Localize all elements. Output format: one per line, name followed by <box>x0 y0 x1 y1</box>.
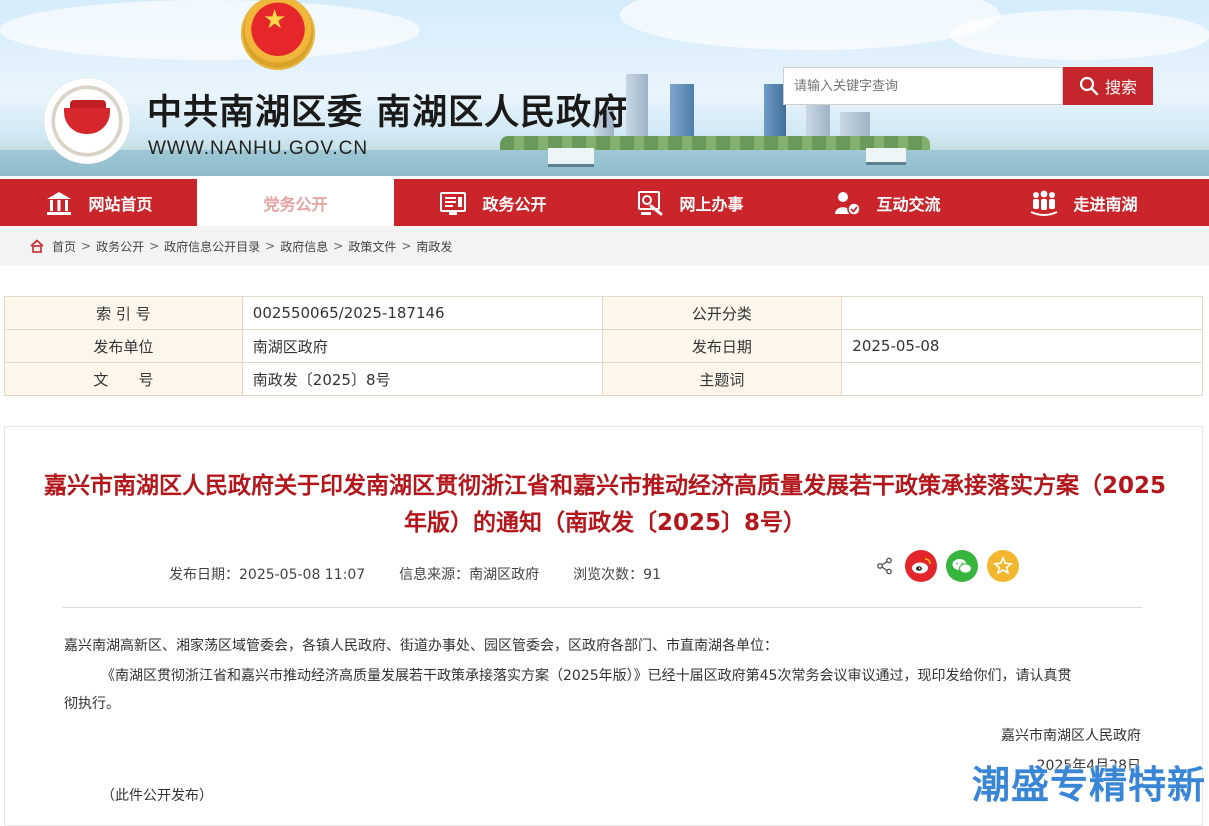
article-paragraph-line-2: 彻执行。 <box>64 696 120 712</box>
category-value <box>841 296 1203 330</box>
nav-item-online-service[interactable]: 网上办事 <box>591 179 788 226</box>
article-date: 发布日期：2025-05-08 11:07 <box>169 567 366 583</box>
wechat-share-icon[interactable] <box>946 550 978 582</box>
breadcrumb-separator: > <box>81 239 92 253</box>
nav-item-label: 党务公开 <box>263 194 328 214</box>
index-no-label: 索 引 号 <box>4 296 243 330</box>
search-icon <box>1079 76 1099 96</box>
site-title[interactable]: 中共南湖区委 南湖区人民政府 <box>147 84 628 135</box>
breadcrumb-item-home[interactable]: 首页 <box>52 238 76 255</box>
publisher-value: 南湖区政府 <box>241 329 603 363</box>
watermark: 潮盛专精特新 <box>972 763 1207 807</box>
home-icon <box>30 239 44 253</box>
article-divider <box>62 607 1142 608</box>
nav-item-government-affairs[interactable]: 政务公开 <box>394 179 591 226</box>
share-bar <box>876 550 1019 582</box>
breadcrumb-separator: > <box>401 239 412 253</box>
nav-item-home[interactable]: 网站首页 <box>0 179 197 226</box>
article-source: 信息来源：南湖区政府 <box>399 567 540 583</box>
doc-no-value: 南政发〔2025〕8号 <box>241 362 603 396</box>
interaction-icon <box>835 191 862 216</box>
breadcrumb: 首页 > 政务公开 > 政府信息公开目录 > 政府信息 > 政策文件 > 南政发 <box>0 226 1209 266</box>
nav-item-party-affairs[interactable]: 党务公开 <box>197 179 394 226</box>
publisher-label: 发布单位 <box>4 329 243 363</box>
table-row: 文 号 南政发〔2025〕8号 主题词 <box>4 362 1203 396</box>
category-label: 公开分类 <box>601 296 843 330</box>
breadcrumb-item-nanzhengfa[interactable]: 南政发 <box>416 238 452 255</box>
pub-date-label: 发布日期 <box>601 329 843 363</box>
article-signature: 嘉兴市南湖区人民政府 <box>1001 728 1141 744</box>
table-row: 索 引 号 002550065/2025-187146 公开分类 <box>4 296 1203 330</box>
search-button[interactable]: 搜索 <box>1063 67 1153 105</box>
nav-item-label: 互动交流 <box>876 194 941 214</box>
article-paragraph-line-1: 《南湖区贯彻浙江省和嘉兴市推动经济高质量发展若干政策承接落实方案（2025年版）… <box>101 668 1072 684</box>
breadcrumb-separator: > <box>149 239 160 253</box>
nav-item-label: 网上办事 <box>679 194 744 214</box>
share-icon[interactable] <box>876 557 894 575</box>
nav-item-label: 网站首页 <box>88 194 153 214</box>
people-icon <box>1031 190 1058 216</box>
article-title: 嘉兴市南湖区人民政府关于印发南湖区贯彻浙江省和嘉兴市推动经济高质量发展若干政策承… <box>43 473 1166 536</box>
site-url: WWW.NANHU.GOV.CN <box>148 138 369 159</box>
nav-item-interaction[interactable]: 互动交流 <box>788 179 985 226</box>
article-note: （此件公开发布） <box>101 788 213 804</box>
document-meta-table: 索 引 号 002550065/2025-187146 公开分类 发布单位 南湖… <box>4 296 1203 396</box>
document-icon <box>440 191 467 215</box>
table-row: 发布单位 南湖区政府 发布日期 2025-05-08 <box>4 329 1203 363</box>
main-nav: 网站首页 党务公开 政务公开 网上办事 互动交流 走进南湖 <box>0 179 1209 226</box>
favorite-star-icon[interactable] <box>987 550 1019 582</box>
pub-date-value: 2025-05-08 <box>841 329 1203 363</box>
article-info: 发布日期：2025-05-08 11:07 信息来源：南湖区政府 浏览次数：91 <box>169 564 661 584</box>
search-button-label: 搜索 <box>1104 78 1137 97</box>
subject-value <box>841 362 1203 396</box>
breadcrumb-separator: > <box>333 239 344 253</box>
breadcrumb-item-gov-affairs[interactable]: 政务公开 <box>96 238 144 255</box>
doc-no-label: 文 号 <box>4 362 243 396</box>
online-service-icon <box>638 190 663 215</box>
breadcrumb-item-gov-info[interactable]: 政府信息 <box>280 238 328 255</box>
weibo-share-icon[interactable] <box>905 550 937 582</box>
search-input[interactable] <box>783 67 1063 105</box>
breadcrumb-item-policy-docs[interactable]: 政策文件 <box>348 238 396 255</box>
article-views: 浏览次数：91 <box>573 567 661 583</box>
home-building-icon <box>47 191 72 215</box>
index-no-value: 002550065/2025-187146 <box>241 296 603 330</box>
nanhu-red-boat-logo[interactable] <box>44 78 130 164</box>
subject-label: 主题词 <box>601 362 843 396</box>
nav-item-label: 政务公开 <box>482 194 547 214</box>
breadcrumb-separator: > <box>265 239 276 253</box>
nav-item-about-nanhu[interactable]: 走进南湖 <box>985 179 1182 226</box>
nav-item-label: 走进南湖 <box>1073 194 1138 214</box>
article-recipients: 嘉兴南湖高新区、湘家荡区域管委会，各镇人民政府、街道办事处、园区管委会，区政府各… <box>64 638 778 654</box>
breadcrumb-item-catalog[interactable]: 政府信息公开目录 <box>164 238 260 255</box>
